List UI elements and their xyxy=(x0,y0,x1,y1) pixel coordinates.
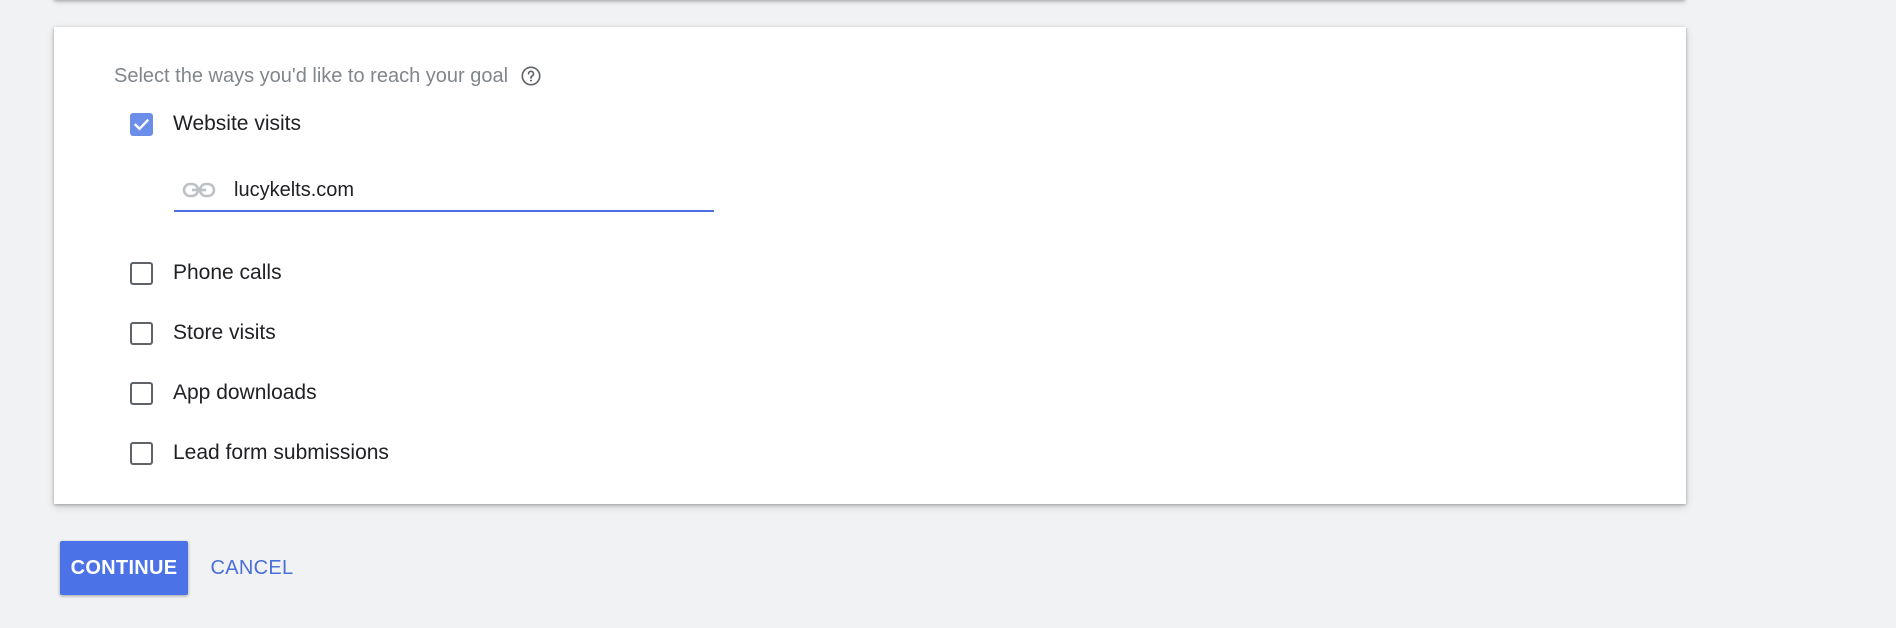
store-visits-label: Store visits xyxy=(173,321,276,344)
cancel-button[interactable]: CANCEL xyxy=(202,541,302,595)
option-lead-form-submissions[interactable]: Lead form submissions xyxy=(130,439,389,467)
website-visits-label: Website visits xyxy=(173,112,301,135)
app-downloads-checkbox[interactable] xyxy=(130,381,153,405)
lead-form-submissions-checkbox[interactable] xyxy=(130,441,153,465)
phone-calls-checkbox[interactable] xyxy=(130,261,153,285)
option-phone-calls[interactable]: Phone calls xyxy=(130,259,282,287)
checkmark-icon xyxy=(133,118,150,131)
option-app-downloads[interactable]: App downloads xyxy=(130,379,317,407)
lead-form-submissions-label: Lead form submissions xyxy=(173,441,389,464)
section-heading: Select the ways you'd like to reach your… xyxy=(114,63,542,89)
option-website-visits[interactable]: Website visits xyxy=(130,110,301,138)
website-url-input[interactable] xyxy=(234,178,694,202)
link-icon xyxy=(182,180,216,200)
help-circle-icon[interactable] xyxy=(520,65,542,87)
phone-calls-label: Phone calls xyxy=(173,261,282,284)
section-heading-text: Select the ways you'd like to reach your… xyxy=(114,64,509,87)
store-visits-checkbox[interactable] xyxy=(130,321,153,345)
website-visits-checkbox[interactable] xyxy=(130,112,153,136)
option-store-visits[interactable]: Store visits xyxy=(130,319,276,347)
app-downloads-label: App downloads xyxy=(173,381,317,404)
website-url-field[interactable] xyxy=(174,170,714,212)
continue-button[interactable]: CONTINUE xyxy=(60,541,188,595)
goal-options-card: Select the ways you'd like to reach your… xyxy=(54,27,1686,504)
